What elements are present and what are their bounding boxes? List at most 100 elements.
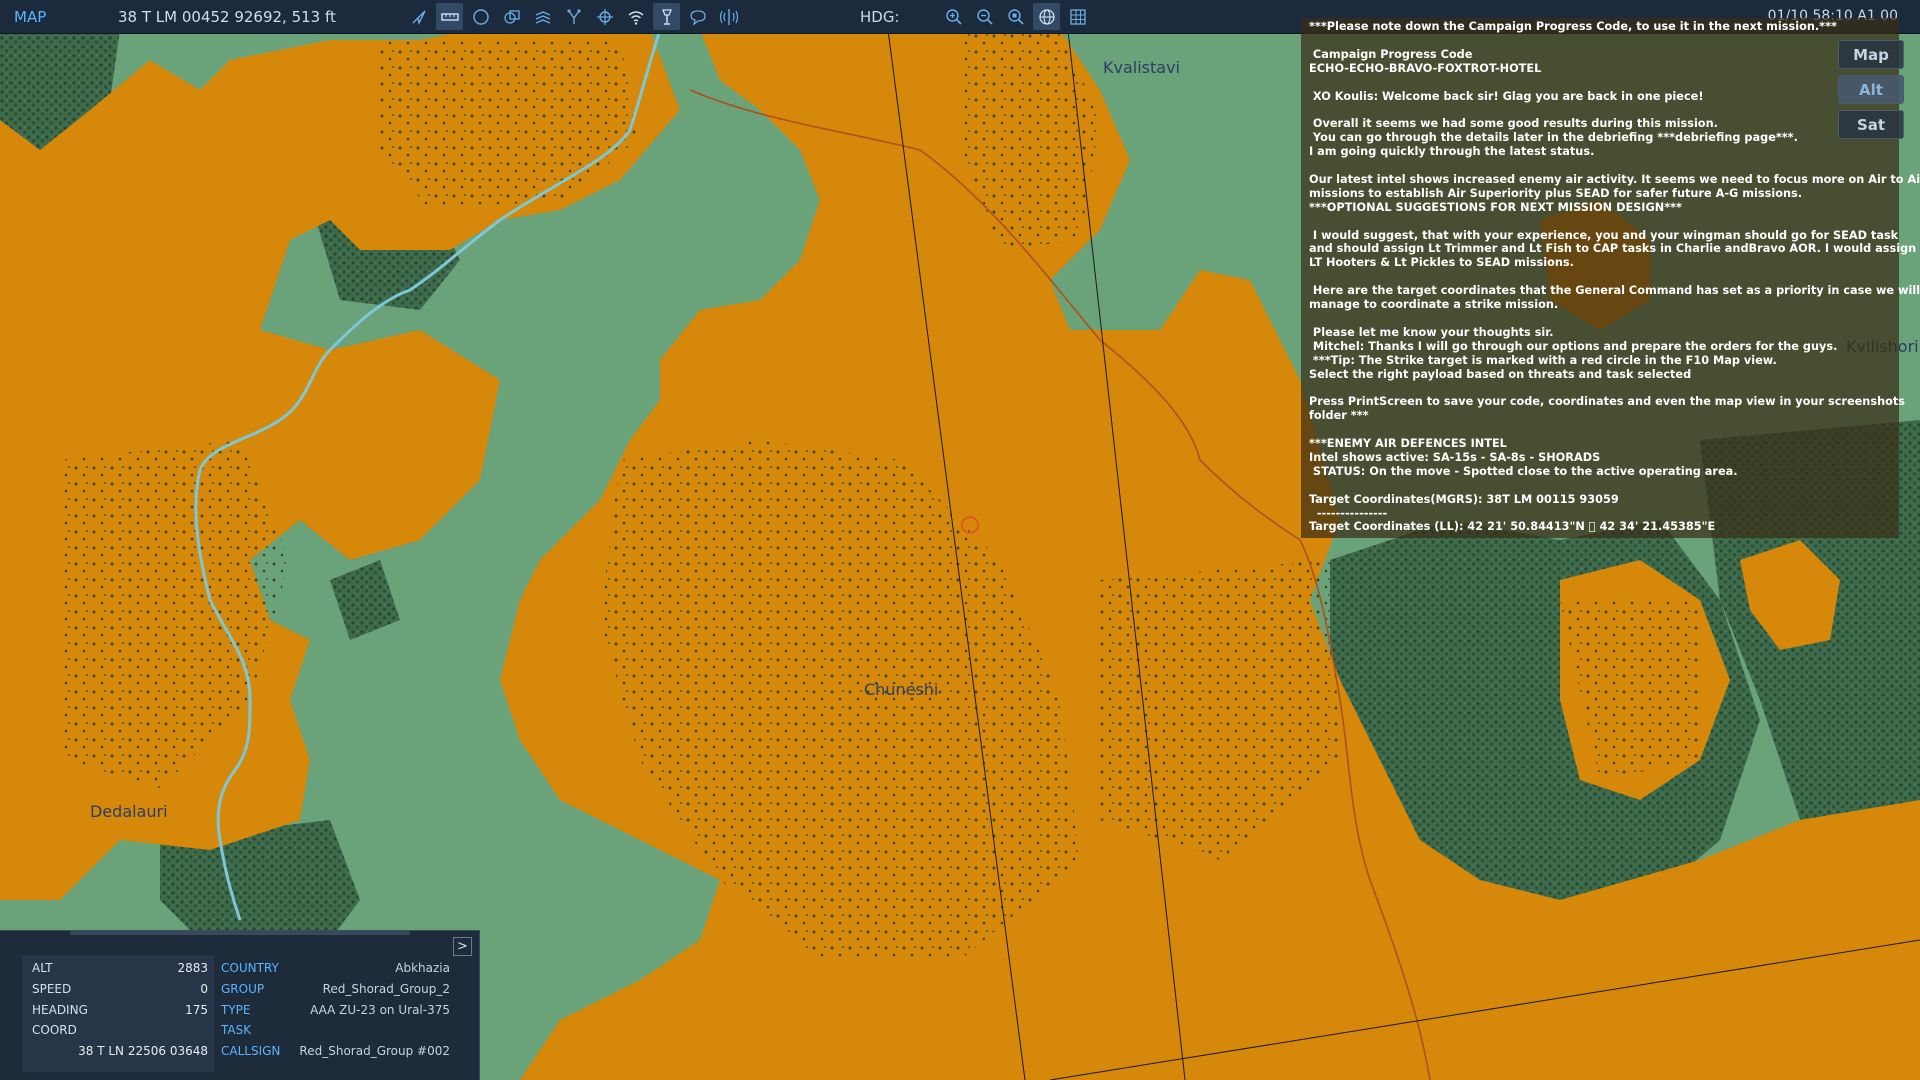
antenna-icon: [719, 8, 738, 25]
stack-icon: [535, 10, 550, 24]
message-line: ***Please note down the Campaign Progres…: [1309, 20, 1837, 33]
info-row-group: GROUP Red_Shorad_Group_2: [220, 980, 456, 998]
place-label-chuneshi: Chuneshi: [864, 680, 939, 699]
zoom-fit-icon: [1007, 8, 1024, 25]
message-line: [1309, 479, 1891, 493]
layers-icon: [503, 9, 520, 24]
route-icon: [566, 8, 581, 24]
info-row-country: COUNTRY Abkhazia: [220, 959, 456, 977]
ruler-icon: [440, 12, 459, 21]
crosshair-button[interactable]: [591, 3, 618, 30]
circle-tool-button[interactable]: [467, 3, 494, 30]
signal-button[interactable]: [622, 3, 649, 30]
info-key: HEADING: [32, 1003, 88, 1017]
message-line: Select the right payload based on threat…: [1309, 367, 1692, 381]
info-key: COORD: [32, 1023, 77, 1037]
message-line: Here are the target coordinates that the…: [1309, 284, 1920, 298]
lamp-icon: [661, 8, 672, 25]
info-row-heading: HEADING 175: [22, 1001, 214, 1019]
stack-button[interactable]: [529, 3, 556, 30]
info-value: 38 T LN 22506 03648: [78, 1044, 208, 1058]
message-line: Please let me know your thoughts sir.: [1309, 325, 1554, 339]
info-row-coord: COORD: [22, 1021, 214, 1039]
globe-icon: [1038, 8, 1055, 25]
message-line: [1309, 76, 1891, 90]
message-line: I would suggest, that with your experien…: [1309, 228, 1899, 242]
arrow-cursor-icon: [412, 10, 426, 25]
map-mode-label: MAP: [14, 8, 47, 26]
zoom-fit-button[interactable]: [1002, 3, 1029, 30]
grid-button[interactable]: [1064, 3, 1091, 30]
info-key: TYPE: [221, 1003, 251, 1017]
message-line: Campaign Progress Code: [1309, 47, 1473, 61]
info-panel-scrollbar[interactable]: [70, 931, 410, 935]
f10-map-screen: Kvalistavi Chuneshi Dedalauri Kvilishori…: [0, 0, 1920, 1080]
message-line: ---------------: [1309, 506, 1388, 520]
lamp-button[interactable]: [653, 3, 680, 30]
message-line: ECHO-ECHO-BRAVO-FOXTROT-HOTEL: [1309, 61, 1542, 75]
layer-sat-button[interactable]: Sat: [1838, 110, 1904, 139]
message-line: [1309, 215, 1891, 229]
zoom-out-icon: [976, 8, 993, 25]
info-row-callsign: CALLSIGN Red_Shorad_Group #002: [220, 1042, 456, 1060]
message-line: ***Tip: The Strike target is marked with…: [1309, 353, 1777, 367]
message-line: ***OPTIONAL SUGGESTIONS FOR NEXT MISSION…: [1309, 200, 1682, 214]
layer-map-button[interactable]: Map: [1838, 40, 1904, 69]
message-line: missions to establish Air Superiority pl…: [1309, 186, 1803, 200]
circle-icon: [472, 8, 489, 25]
map-tools-group: [405, 3, 742, 30]
message-line: You can go through the details later in …: [1309, 131, 1798, 145]
place-label-kvalistavi: Kvalistavi: [1103, 58, 1180, 77]
info-row-alt: ALT 2883: [22, 959, 214, 977]
info-key: COUNTRY: [221, 961, 279, 975]
globe-button[interactable]: [1033, 3, 1060, 30]
message-line: Our latest intel shows increased enemy a…: [1309, 172, 1920, 186]
message-line: manage to coordinate a strike mission.: [1309, 298, 1559, 312]
message-line: Overall it seems we had some good result…: [1309, 117, 1718, 131]
unit-info-panel: > ALT 2883 SPEED 0 HEADING 175 COORD 38 …: [0, 930, 480, 1080]
expand-panel-button[interactable]: >: [453, 937, 472, 956]
antenna-button[interactable]: [715, 3, 742, 30]
info-key: TASK: [221, 1023, 252, 1037]
message-line: STATUS: On the move - Spotted close to t…: [1309, 464, 1738, 478]
info-row-type: TYPE AAA ZU-23 on Ural-375: [220, 1001, 456, 1019]
cursor-coordinate-readout: 38 T LM 00452 92692, 513 ft: [118, 8, 336, 26]
heading-label: HDG:: [860, 8, 900, 26]
info-value: 175: [185, 1003, 208, 1017]
message-line: I am going quickly through the latest st…: [1309, 145, 1595, 159]
chat-bubble-icon: [689, 9, 706, 26]
chat-button[interactable]: [684, 3, 711, 30]
ruler-button[interactable]: [436, 3, 463, 30]
message-line: [1309, 34, 1891, 48]
arrow-cursor-button[interactable]: [405, 3, 432, 30]
route-button[interactable]: [560, 3, 587, 30]
message-line: Target Coordinates(MGRS): 38T LM 00115 9…: [1309, 492, 1619, 506]
message-line: Press PrintScreen to save your code, coo…: [1309, 395, 1905, 409]
info-key: CALLSIGN: [221, 1044, 281, 1058]
message-line: [1309, 270, 1891, 284]
info-value: Red_Shorad_Group_2: [322, 982, 450, 996]
message-line: Mitchel: Thanks I will go through our op…: [1309, 339, 1838, 353]
unit-identity-block: COUNTRY Abkhazia GROUP Red_Shorad_Group_…: [220, 955, 456, 1072]
crosshair-icon: [596, 8, 613, 25]
wifi-icon: [628, 10, 643, 25]
zoom-in-icon: [945, 8, 962, 25]
message-line: [1309, 423, 1891, 437]
map-layer-switcher: Map Alt Sat: [1838, 40, 1904, 139]
layer-alt-button[interactable]: Alt: [1838, 75, 1904, 104]
message-line: [1309, 381, 1891, 395]
zoom-in-button[interactable]: [940, 3, 967, 30]
info-value: AAA ZU-23 on Ural-375: [310, 1003, 450, 1017]
message-line: Target Coordinates (LL): 42 21' 50.84413…: [1309, 520, 1716, 534]
grid-icon: [1069, 8, 1086, 25]
mission-message-panel: ***Please note down the Campaign Progres…: [1301, 18, 1920, 538]
message-line: [1309, 312, 1891, 326]
info-row-speed: SPEED 0: [22, 980, 214, 998]
zoom-out-button[interactable]: [971, 3, 998, 30]
layers-button[interactable]: [498, 3, 525, 30]
message-line: XO Koulis: Welcome back sir! Glag you ar…: [1309, 89, 1704, 103]
info-value: 0: [200, 982, 208, 996]
info-row-task: TASK: [220, 1021, 456, 1039]
info-value: Red_Shorad_Group #002: [299, 1044, 450, 1058]
message-line: ***ENEMY AIR DEFENCES INTEL: [1309, 437, 1507, 451]
